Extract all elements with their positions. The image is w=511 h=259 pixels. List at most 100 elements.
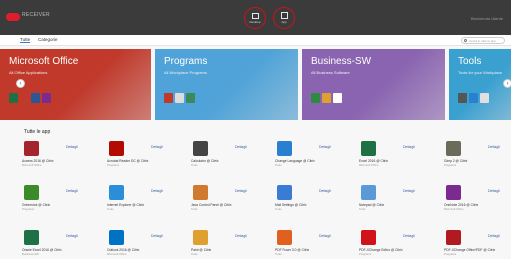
app-category: Tools (275, 163, 282, 167)
app-icon (277, 230, 292, 245)
desktops-button[interactable]: Desktop (244, 7, 266, 29)
app-tile[interactable]: Dettagli Notepad @ Citrix Tools (359, 184, 439, 214)
banner-title: Programs (164, 56, 208, 67)
tab-all[interactable]: Tutte (20, 37, 31, 43)
details-link[interactable]: Dettagli (151, 145, 163, 149)
logo-text: RECEIVER (22, 12, 50, 18)
monitor-icon (251, 12, 259, 19)
app-category: Programs (444, 252, 457, 256)
tab-categories[interactable]: Categorie (38, 37, 58, 42)
carousel-prev-button[interactable]: ‹ (16, 79, 25, 88)
details-link[interactable]: Dettagli (151, 234, 163, 238)
banner-app-icon (9, 93, 18, 103)
search-icon (464, 39, 467, 42)
banner-tools[interactable]: Tools Tools for your Workplace (449, 49, 511, 120)
banner-app-icons (311, 93, 342, 103)
banner-app-icon (333, 93, 342, 103)
app-icon (193, 141, 208, 156)
details-link[interactable]: Dettagli (403, 234, 415, 238)
app-tile[interactable]: Dettagli Calculator @ Citrix Tools (191, 140, 271, 170)
apps-button[interactable]: App (273, 7, 295, 29)
banner-app-icon (480, 93, 489, 103)
details-link[interactable]: Dettagli (403, 145, 415, 149)
app-category: Microsoft Office (444, 207, 464, 211)
banner-subtitle: All Workplace Programs (164, 70, 207, 75)
banner-app-icon (458, 93, 467, 103)
app-category: Tools (191, 163, 198, 167)
details-link[interactable]: Dettagli (488, 145, 500, 149)
banner-title: Tools (458, 56, 482, 67)
app-category: Programs (444, 163, 457, 167)
app-tile[interactable]: Dettagli Change Language @ Citrix Tools (275, 140, 355, 170)
search-input[interactable]: Cerca in tutte le app (461, 37, 505, 44)
app-icon (361, 141, 376, 156)
details-link[interactable]: Dettagli (66, 234, 78, 238)
app-icon (361, 185, 376, 200)
app-tile[interactable]: Dettagli Greenshot @ Citrix Programs (22, 184, 102, 214)
app-tile[interactable]: Dettagli Mail Settings @ Citrix Tools (275, 184, 355, 214)
app-icon (193, 230, 208, 245)
app-tile[interactable]: Dettagli Access 2016 @ Citrix Microsoft Of… (22, 140, 102, 170)
banner-title: Business-SW (311, 56, 372, 67)
app-category: Programs (359, 252, 372, 256)
details-link[interactable]: Dettagli (235, 145, 247, 149)
app-category: Tools (191, 207, 198, 211)
app-category: Tools (107, 207, 114, 211)
app-tile[interactable]: Dettagli OneNote 2016 @ Citrix Microsoft O… (444, 184, 511, 214)
app-category: Microsoft Office (107, 252, 127, 256)
app-tile[interactable]: Dettagli Internet Explorer @ Citrix Tools (107, 184, 187, 214)
apps-grid-icon (280, 12, 288, 19)
details-link[interactable]: Dettagli (319, 234, 331, 238)
banner-business-sw[interactable]: Business-SW All Business Software (302, 49, 445, 120)
details-link[interactable]: Dettagli (66, 145, 78, 149)
user-menu[interactable]: Benvenuto Utente (471, 16, 503, 21)
details-link[interactable]: Dettagli (319, 189, 331, 193)
app-icon (361, 230, 376, 245)
app-tile[interactable]: Dettagli Java Control Panel @ Citrix Tools (191, 184, 271, 214)
banner-app-icon (186, 93, 195, 103)
app-icon (24, 185, 39, 200)
app-category: Tools (275, 252, 282, 256)
banner-subtitle: All Business Software (311, 70, 350, 75)
banner-app-icon (42, 93, 51, 103)
app-category: Programs (22, 207, 35, 211)
banner-app-icons (9, 93, 51, 103)
app-icon (193, 185, 208, 200)
app-category: Microsoft Office (359, 163, 379, 167)
app-tile[interactable]: Dettagli Gimp 2 @ Citrix Programs (444, 140, 511, 170)
app-icon (24, 141, 39, 156)
app-icon (446, 185, 461, 200)
banner-app-icon (469, 93, 478, 103)
details-link[interactable]: Dettagli (235, 189, 247, 193)
banner-app-icon (31, 93, 40, 103)
details-link[interactable]: Dettagli (488, 189, 500, 193)
details-link[interactable]: Dettagli (319, 145, 331, 149)
logo (6, 13, 20, 21)
top-bar: RECEIVER Desktop App Benvenuto Utente (0, 0, 511, 35)
banner-programs[interactable]: Programs All Workplace Programs (155, 49, 298, 120)
app-category: Business-SW (22, 252, 39, 256)
banner-app-icons (458, 93, 489, 103)
app-category: Tools (275, 207, 282, 211)
details-link[interactable]: Dettagli (235, 234, 247, 238)
featured-carousel: Microsoft Office All Office Applications… (0, 49, 511, 120)
app-tile[interactable]: Dettagli Excel 2016 @ Citrix Microsoft Off… (359, 140, 439, 170)
app-tile[interactable]: Dettagli Acrobat Reader DC @ Citrix Progra… (107, 140, 187, 170)
details-link[interactable]: Dettagli (66, 189, 78, 193)
app-category: Microsoft Office (22, 163, 42, 167)
banner-app-icon (164, 93, 173, 103)
app-icon (109, 141, 124, 156)
details-link[interactable]: Dettagli (488, 234, 500, 238)
details-link[interactable]: Dettagli (403, 189, 415, 193)
banner-app-icon (322, 93, 331, 103)
details-link[interactable]: Dettagli (151, 189, 163, 193)
app-icon (277, 141, 292, 156)
section-title: Tutte le app (24, 129, 51, 135)
apps-button-label: App (281, 20, 287, 24)
banner-app-icon (20, 93, 29, 103)
banner-subtitle: Tools for your Workplace (458, 70, 502, 75)
app-icon (109, 185, 124, 200)
app-category: Programs (107, 163, 120, 167)
banner-app-icon (311, 93, 320, 103)
carousel-next-button[interactable]: › (503, 79, 511, 88)
